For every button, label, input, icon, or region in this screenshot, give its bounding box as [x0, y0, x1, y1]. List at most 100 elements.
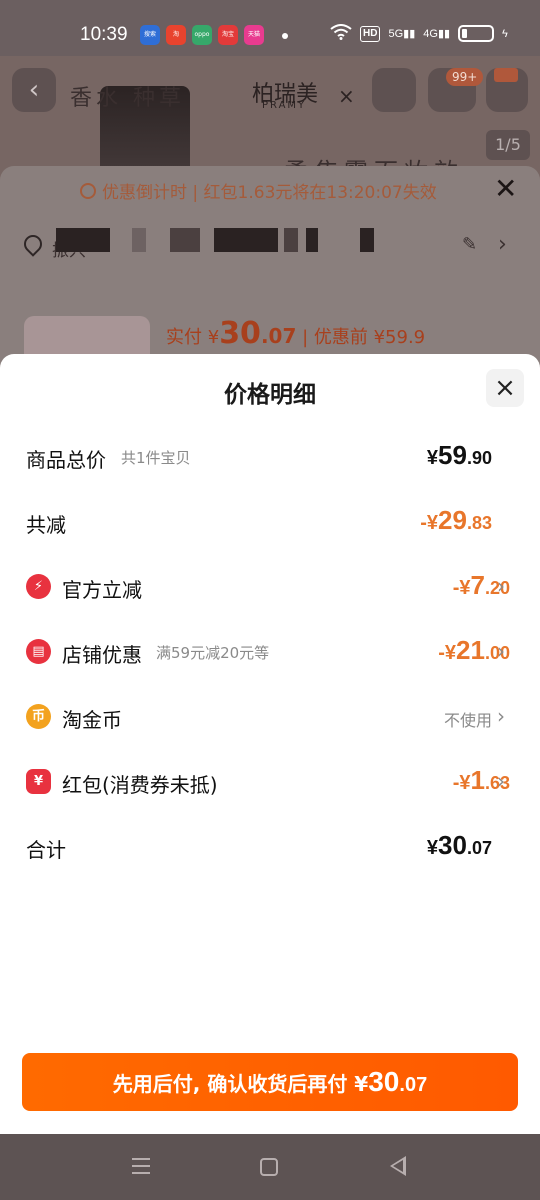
actual-pay-int: 30	[219, 316, 261, 351]
redacted-block	[360, 228, 374, 252]
amount-int: 1	[470, 765, 485, 795]
chevron-right-icon: ›	[497, 769, 505, 793]
actual-pay-dec: .07	[260, 324, 297, 348]
red-packet-icon: ¥	[26, 769, 51, 794]
row-total-discount: 共减 -¥29.83	[0, 501, 540, 541]
price-detail-sheet: 价格明细 × 商品总价 共1件宝贝 ¥59.90 共减 -¥29.83 ⚡ 官方…	[0, 354, 540, 1134]
row-amount: ¥30.07	[427, 830, 492, 861]
pay-button-dec: .07	[399, 1074, 428, 1096]
status-bar: 10:39 搜索 淘 oppo 淘宝 天猫 HD 5G▮▮ 4G▮▮ ϟ	[0, 0, 540, 56]
discount-countdown: 优惠倒计时 | 红包1.63元将在13:20:07失效	[80, 178, 437, 203]
notification-dot-icon	[282, 33, 288, 39]
pay-later-button[interactable]: 先用后付, 确认收货后再付 ¥30.07	[22, 1053, 518, 1111]
recent-apps-icon[interactable]	[132, 1158, 150, 1174]
wifi-icon	[330, 24, 352, 43]
currency: -¥	[452, 772, 471, 794]
lightning-icon: ⚡	[26, 574, 51, 599]
row-label: 官方立减	[62, 578, 142, 602]
actual-pay-line: 实付 ¥30.07 | 优惠前 ¥59.9	[166, 316, 425, 351]
status-time: 10:39	[80, 24, 128, 45]
location-pin-icon	[20, 231, 46, 257]
countdown-text: 优惠倒计时 | 红包1.63元将在13:20:07失效	[102, 183, 437, 203]
hd-indicator: HD	[360, 25, 381, 42]
chevron-right-icon: ›	[497, 704, 505, 728]
chevron-right-icon: ›	[497, 639, 505, 663]
category-tabs: 香水 种草	[70, 86, 185, 111]
pay-button-text: 先用后付, 确认收货后再付 ¥	[112, 1072, 369, 1096]
amount-int: 30	[438, 830, 467, 860]
coin-icon: 币	[26, 704, 51, 729]
row-official-discount[interactable]: ⚡ 官方立减 -¥7.20 ›	[0, 566, 540, 606]
signal-5g-label: 5G	[388, 28, 404, 40]
notification-app-icons: 搜索 淘 oppo 淘宝 天猫	[140, 25, 264, 45]
clock-icon	[80, 182, 96, 199]
row-red-packet[interactable]: ¥ 红包(消费券未抵) -¥1.63 ›	[0, 761, 540, 801]
amount-int: 59	[438, 440, 467, 470]
status-indicators: HD 5G▮▮ 4G▮▮ ϟ	[330, 24, 508, 43]
currency: -¥	[438, 642, 457, 664]
redacted-block	[306, 228, 318, 252]
redacted-block	[214, 228, 278, 252]
shop-icon: ▤	[26, 639, 51, 664]
amount-dec: .90	[466, 448, 492, 468]
amount-dec: .07	[466, 838, 492, 858]
amount-int: 7	[470, 570, 485, 600]
row-taojinbi[interactable]: 币 淘金币 不使用 ›	[0, 696, 540, 736]
amount-int: 29	[438, 505, 467, 535]
back-nav-icon[interactable]	[390, 1156, 406, 1176]
sheet-title: 价格明细	[224, 382, 316, 408]
chevron-right-icon: ›	[497, 574, 505, 598]
charging-icon: ϟ	[502, 27, 508, 40]
signal-5g-icon: 5G▮▮	[388, 28, 416, 40]
redacted-block	[56, 228, 110, 252]
currency: ¥	[426, 447, 439, 469]
battery-icon	[458, 25, 495, 42]
app-icon-5: 天猫	[244, 25, 264, 45]
system-nav-bar	[0, 1134, 540, 1200]
app-icon-3: oppo	[192, 25, 212, 45]
row-amount: ¥59.90	[427, 440, 492, 471]
home-icon[interactable]	[260, 1158, 278, 1176]
app-icon-4: 淘宝	[218, 25, 238, 45]
app-icon-2: 淘	[166, 25, 186, 45]
row-label: 共减	[26, 513, 66, 537]
row-sub: 满59元减20元等	[156, 644, 270, 662]
before-discount-label: | 优惠前 ¥59.9	[296, 327, 426, 348]
cart-badge: 99+	[446, 68, 484, 86]
row-label: 合计	[26, 838, 66, 862]
row-amount: -¥29.83	[420, 505, 492, 536]
row-grand-total: 合计 ¥30.07	[0, 826, 540, 866]
amount-int: 21	[456, 635, 485, 665]
currency: -¥	[452, 577, 471, 599]
share-icon	[372, 68, 416, 112]
collab-x: ×	[338, 84, 355, 108]
row-sub: 共1件宝贝	[121, 449, 191, 467]
currency: -¥	[420, 512, 439, 534]
actual-pay-prefix: 实付 ¥	[166, 327, 220, 348]
brand-logo-sub: PRAMY	[262, 100, 307, 111]
close-button[interactable]: ×	[486, 369, 524, 407]
redacted-block	[284, 228, 298, 252]
amount-dec: .83	[466, 513, 492, 533]
edit-icon: ✎	[462, 234, 478, 255]
pay-button-int: 30	[368, 1066, 400, 1097]
order-sheet-close-icon: ✕	[494, 172, 518, 205]
redacted-block	[132, 228, 146, 252]
image-pager: 1/5	[486, 130, 530, 160]
row-shop-discount[interactable]: ▤ 店铺优惠 满59元减20元等 -¥21.00 ›	[0, 631, 540, 671]
chevron-right-icon: ›	[498, 232, 507, 257]
row-goods-total: 商品总价 共1件宝贝 ¥59.90	[0, 436, 540, 476]
address-row: 振兴 ✎ ›	[0, 218, 540, 272]
row-value: 不使用	[443, 711, 492, 730]
row-label: 商品总价	[26, 448, 106, 472]
redacted-block	[170, 228, 200, 252]
currency: ¥	[426, 837, 439, 859]
signal-4g-icon: 4G▮▮	[423, 28, 451, 40]
app-icon-1: 搜索	[140, 25, 160, 45]
more-icon	[486, 68, 528, 112]
back-icon: ‹	[12, 68, 56, 112]
row-label: 店铺优惠	[62, 643, 142, 667]
row-label: 淘金币	[62, 708, 122, 732]
row-label: 红包(消费券未抵)	[62, 773, 218, 797]
signal-4g-label: 4G	[423, 28, 438, 40]
